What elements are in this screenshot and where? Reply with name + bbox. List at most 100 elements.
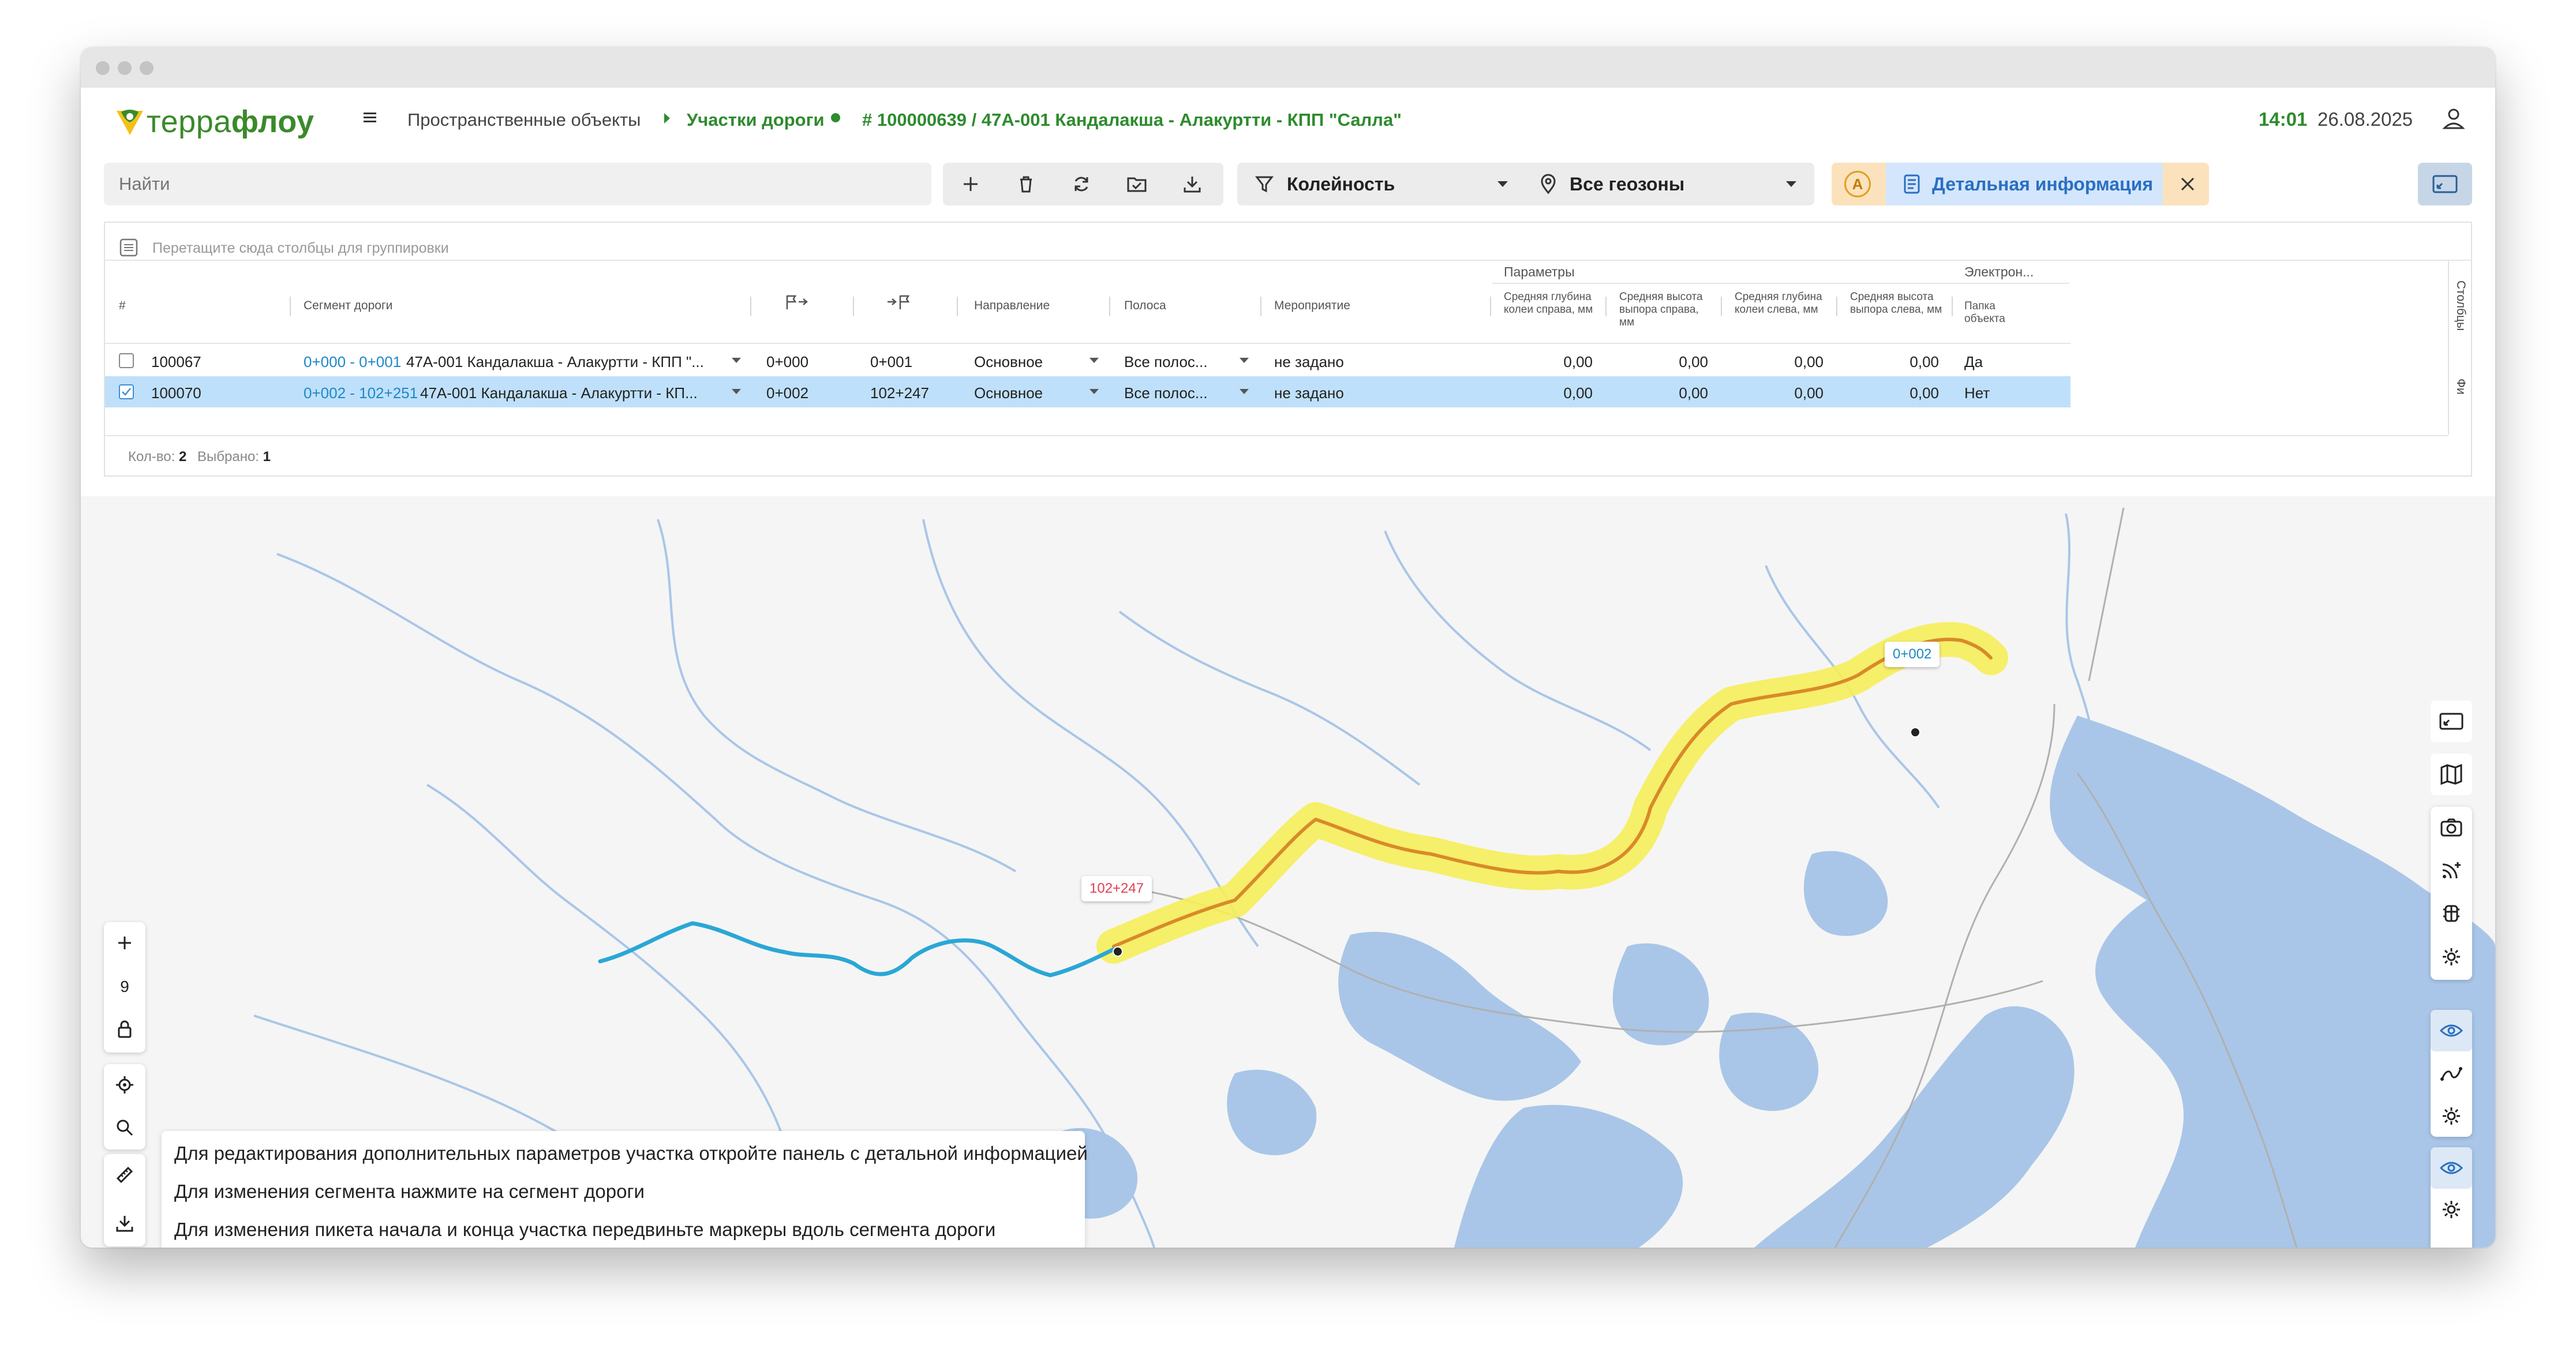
- cell-start: 0+002: [766, 384, 809, 402]
- hamburger-icon[interactable]: [360, 107, 380, 130]
- delete-button[interactable]: [998, 163, 1054, 205]
- cell-folder: Нет: [1964, 384, 1990, 402]
- download-button[interactable]: [1165, 163, 1220, 205]
- user-icon[interactable]: [2441, 106, 2466, 134]
- col-header-rut-depth-right[interactable]: Средняя глубина колеи справа, мм: [1504, 291, 1596, 328]
- caret-down-icon[interactable]: [1089, 389, 1099, 394]
- basemap-button[interactable]: [2431, 754, 2472, 795]
- data-grid: Перетащите сюда столбцы для группировки …: [104, 222, 2472, 477]
- route-draw-button[interactable]: [2431, 1053, 2472, 1094]
- search-input[interactable]: [104, 163, 931, 205]
- col-header-activity[interactable]: Мероприятие: [1274, 299, 1350, 313]
- close-icon: [2181, 177, 2195, 191]
- col-separator[interactable]: [1109, 297, 1110, 316]
- marker-end-label[interactable]: 102+247: [1081, 876, 1152, 901]
- col-separator[interactable]: [853, 297, 854, 316]
- funnel-icon: [1255, 176, 1274, 193]
- plus-icon: [964, 177, 978, 191]
- caret-down-icon[interactable]: [1240, 358, 1249, 363]
- route-settings-button[interactable]: [2431, 1095, 2472, 1137]
- table-row[interactable]: 100070 0+002 - 102+251 47А-001 Кандалакш…: [105, 376, 2070, 407]
- col-separator[interactable]: [1721, 297, 1722, 316]
- route-visibility-button[interactable]: [2431, 1010, 2472, 1051]
- detail-info-label: Детальная информация: [1932, 173, 2154, 194]
- window-zoom-dot[interactable]: [140, 61, 153, 75]
- col-separator[interactable]: [290, 297, 291, 316]
- col-separator[interactable]: [1952, 297, 1953, 316]
- tools-control: [104, 1154, 145, 1246]
- col-separator[interactable]: [1836, 297, 1837, 316]
- detail-badge[interactable]: A: [1844, 171, 1871, 197]
- cell-segment-range[interactable]: 0+002 - 102+251: [304, 384, 418, 402]
- col-header-lane[interactable]: Полоса: [1124, 299, 1166, 313]
- expand-icon: [2439, 713, 2463, 730]
- ruler-button[interactable]: [104, 1154, 145, 1196]
- col-header-rut-depth-left[interactable]: Средняя глубина колеи слева, мм: [1735, 291, 1827, 328]
- col-separator[interactable]: [750, 297, 751, 316]
- col-separator[interactable]: [957, 297, 958, 316]
- map-view[interactable]: 0+002 102+247 9 Для редактирования допол…: [81, 496, 2495, 1248]
- close-detail-button[interactable]: [2166, 163, 2209, 205]
- geozone-dropdown[interactable]: Все геозоны: [1526, 163, 1814, 205]
- caret-down-icon[interactable]: [732, 358, 741, 363]
- zoom-in-button[interactable]: [104, 922, 145, 964]
- col-header-direction[interactable]: Направление: [974, 299, 1050, 313]
- side-tab-filters[interactable]: Фи: [2454, 379, 2468, 425]
- row-checkbox[interactable]: [119, 353, 134, 368]
- row-checkbox[interactable]: [119, 384, 134, 399]
- col-group-params[interactable]: Параметры: [1504, 264, 1575, 280]
- col-separator[interactable]: [1605, 297, 1607, 316]
- cell-param: 0,00: [1909, 384, 1939, 402]
- col-header-end-icon[interactable]: [885, 293, 912, 314]
- map-download-button[interactable]: [104, 1203, 145, 1244]
- refresh-button[interactable]: [1054, 163, 1109, 205]
- object-layer-button[interactable]: [2431, 892, 2472, 934]
- lock-button[interactable]: [104, 1009, 145, 1050]
- col-header-bulge-height-left[interactable]: Средняя высота выпора слева, мм: [1850, 291, 1942, 328]
- settings-button[interactable]: [2431, 1189, 2472, 1230]
- col-header-bulge-height-right[interactable]: Средняя высота выпора справа, мм: [1619, 291, 1712, 328]
- col-header-num[interactable]: #: [119, 299, 126, 313]
- layer-settings-button[interactable]: [2431, 936, 2472, 978]
- col-header-start-icon[interactable]: [784, 293, 810, 314]
- window-minimize-dot[interactable]: [118, 61, 132, 75]
- caret-down-icon[interactable]: [1240, 389, 1249, 394]
- cell-end: 102+247: [870, 384, 929, 402]
- marker-start-label[interactable]: 0+002: [1885, 642, 1940, 667]
- col-group-electronic[interactable]: Электрон...: [1964, 264, 2034, 280]
- logo[interactable]: террафлоу: [113, 102, 314, 142]
- breadcrumb-spatial-objects[interactable]: Пространственные объекты: [407, 110, 641, 130]
- fullscreen-button[interactable]: [2431, 701, 2472, 742]
- table-row[interactable]: 100067 0+000 - 0+001 47А-001 Кандалакша …: [105, 345, 2070, 376]
- cell-segment-range[interactable]: 0+000 - 0+001: [304, 353, 401, 371]
- marker-end-pin[interactable]: [1113, 946, 1123, 957]
- add-button[interactable]: [943, 163, 998, 205]
- col-header-folder[interactable]: Папка объекта: [1964, 300, 2028, 325]
- window-close-dot[interactable]: [96, 61, 110, 75]
- col-header-segment[interactable]: Сегмент дороги: [304, 299, 392, 313]
- detail-info-button[interactable]: Детальная информация: [1886, 163, 2163, 205]
- photo-layer-button[interactable]: [2431, 807, 2472, 848]
- rss-add-button[interactable]: [2431, 849, 2472, 891]
- cell-param: 0,00: [1794, 353, 1824, 370]
- cell-activity: не задано: [1274, 384, 1344, 402]
- cell-param: 0,00: [1794, 384, 1824, 402]
- col-separator[interactable]: [1490, 297, 1491, 316]
- map-icon: [2440, 764, 2462, 785]
- save-to-folder-button[interactable]: [1109, 163, 1165, 205]
- locate-button[interactable]: [104, 1064, 145, 1106]
- layout-toggle-button[interactable]: [2418, 163, 2472, 205]
- caret-down-icon[interactable]: [732, 389, 741, 394]
- divider: [105, 343, 2070, 344]
- col-separator[interactable]: [1260, 297, 1261, 316]
- side-panel: Столбцы Фи: [2448, 260, 2472, 435]
- filter-dropdown[interactable]: Колейность: [1237, 163, 1526, 205]
- marker-start-pin[interactable]: [1910, 727, 1920, 737]
- breadcrumb-road-sections[interactable]: Участки дороги: [687, 110, 825, 130]
- visibility-button[interactable]: [2431, 1147, 2472, 1189]
- refresh-icon: [1074, 177, 1088, 192]
- feed-add-icon: [2442, 862, 2461, 879]
- caret-down-icon[interactable]: [1089, 358, 1099, 363]
- side-tab-columns[interactable]: Столбцы: [2454, 280, 2468, 355]
- search-map-button[interactable]: [104, 1107, 145, 1148]
